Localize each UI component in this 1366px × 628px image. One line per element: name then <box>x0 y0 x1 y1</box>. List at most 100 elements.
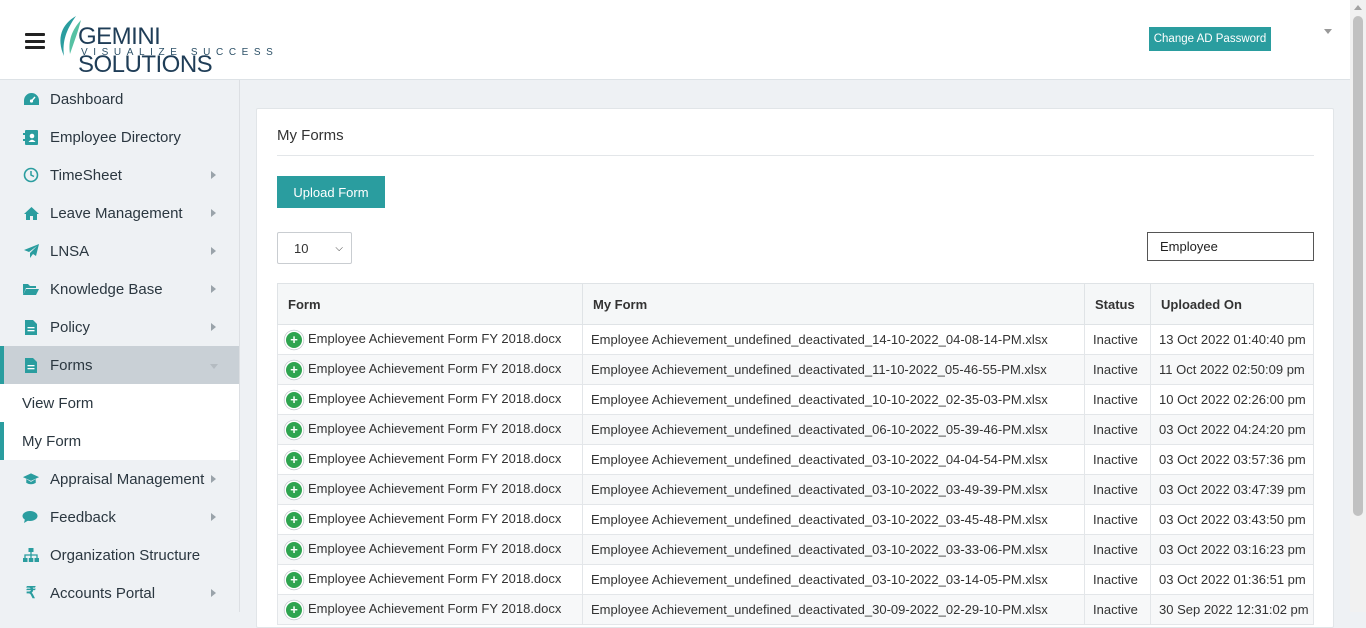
add-circle-icon[interactable]: + <box>286 511 302 528</box>
sidebar-subitem-view-form[interactable]: View Form <box>0 384 239 422</box>
column-header-form[interactable]: Form <box>277 283 583 325</box>
sidebar: Dashboard Employee Directory TimeSheet L… <box>0 80 240 612</box>
sidebar-item-organization-structure[interactable]: Organization Structure <box>0 536 239 574</box>
page-size-select[interactable]: 10 ⌵ <box>277 232 352 264</box>
add-circle-icon[interactable]: + <box>286 601 302 618</box>
user-menu-caret-icon[interactable] <box>1324 29 1332 34</box>
page-scrollbar[interactable] <box>1350 0 1366 612</box>
sidebar-item-timesheet[interactable]: TimeSheet <box>0 156 239 194</box>
cell-form: + Employee Achievement Form FY 2018.docx <box>277 474 583 505</box>
cell-form: + Employee Achievement Form FY 2018.docx <box>277 564 583 595</box>
cell-uploaded-on: 03 Oct 2022 03:43:50 pm <box>1150 504 1314 535</box>
cell-my-form[interactable]: Employee Achievement_undefined_deactivat… <box>582 474 1085 505</box>
scroll-thumb[interactable] <box>1353 16 1363 516</box>
cell-status: Inactive <box>1084 444 1151 475</box>
cell-form: + Employee Achievement Form FY 2018.docx <box>277 384 583 415</box>
sidebar-item-label: Knowledge Base <box>50 280 163 298</box>
column-header-my-form[interactable]: My Form <box>582 283 1085 325</box>
cell-uploaded-on: 03 Oct 2022 03:16:23 pm <box>1150 534 1314 565</box>
sidebar-item-forms[interactable]: Forms <box>0 346 239 384</box>
sidebar-item-knowledge-base[interactable]: Knowledge Base <box>0 270 239 308</box>
folder-icon <box>22 280 40 298</box>
sidebar-item-policy[interactable]: Policy <box>0 308 239 346</box>
sidebar-item-leave-management[interactable]: Leave Management <box>0 194 239 232</box>
cell-status: Inactive <box>1084 564 1151 595</box>
add-circle-icon[interactable]: + <box>286 481 302 498</box>
cell-my-form[interactable]: Employee Achievement_undefined_deactivat… <box>582 354 1085 385</box>
form-name: Employee Achievement Form FY 2018.docx <box>308 541 562 557</box>
table-row: + Employee Achievement Form FY 2018.docx E… <box>277 444 1314 475</box>
form-icon <box>22 356 40 374</box>
directory-icon <box>22 128 40 146</box>
table-row: + Employee Achievement Form FY 2018.docx E… <box>277 534 1314 565</box>
column-header-uploaded-on[interactable]: Uploaded On <box>1150 283 1314 325</box>
cell-my-form[interactable]: Employee Achievement_undefined_deactivat… <box>582 534 1085 565</box>
logo-tagline: VISUALIZE SUCCESS <box>81 47 279 58</box>
change-ad-password-button[interactable]: Change AD Password <box>1149 27 1271 51</box>
table-row: + Employee Achievement Form FY 2018.docx E… <box>277 354 1314 385</box>
chevron-down-icon: ⌵ <box>335 243 343 254</box>
form-name: Employee Achievement Form FY 2018.docx <box>308 571 562 587</box>
add-circle-icon[interactable]: + <box>286 361 302 378</box>
forms-table: Form My Form Status Uploaded On + Employe… <box>277 283 1314 625</box>
scroll-up-arrow-icon[interactable] <box>1354 5 1362 10</box>
add-circle-icon[interactable]: + <box>286 571 302 588</box>
column-header-status[interactable]: Status <box>1084 283 1151 325</box>
sidebar-item-label: LNSA <box>50 242 90 260</box>
cell-status: Inactive <box>1084 414 1151 445</box>
sidebar-item-label: Feedback <box>50 508 116 526</box>
form-name: Employee Achievement Form FY 2018.docx <box>308 361 562 377</box>
sidebar-item-label: Policy <box>50 318 91 336</box>
sidebar-item-employee-directory[interactable]: Employee Directory <box>0 118 239 156</box>
sidebar-item-feedback[interactable]: Feedback <box>0 498 239 536</box>
cell-status: Inactive <box>1084 354 1151 385</box>
sidebar-subitem-my-form[interactable]: My Form <box>0 422 239 460</box>
cell-my-form[interactable]: Employee Achievement_undefined_deactivat… <box>582 564 1085 595</box>
company-logo[interactable]: GEMINI SOLUTIONS VISUALIZE SUCCESS <box>54 14 294 78</box>
form-name: Employee Achievement Form FY 2018.docx <box>308 331 562 347</box>
dashboard-icon <box>22 90 40 108</box>
cell-form: + Employee Achievement Form FY 2018.docx <box>277 354 583 385</box>
cell-my-form[interactable]: Employee Achievement_undefined_deactivat… <box>582 504 1085 535</box>
chevron-right-icon <box>211 247 216 255</box>
chevron-right-icon <box>211 285 216 293</box>
upload-form-button[interactable]: Upload Form <box>277 176 385 208</box>
cell-my-form[interactable]: Employee Achievement_undefined_deactivat… <box>582 594 1085 625</box>
cell-my-form[interactable]: Employee Achievement_undefined_deactivat… <box>582 414 1085 445</box>
form-name: Employee Achievement Form FY 2018.docx <box>308 421 562 437</box>
sidebar-item-dashboard[interactable]: Dashboard <box>0 80 239 118</box>
cell-my-form[interactable]: Employee Achievement_undefined_deactivat… <box>582 444 1085 475</box>
chevron-right-icon <box>211 589 216 597</box>
home-icon <box>22 204 40 222</box>
table-row: + Employee Achievement Form FY 2018.docx E… <box>277 504 1314 535</box>
hamburger-menu-icon[interactable] <box>25 33 45 49</box>
page-title: My Forms <box>277 127 344 144</box>
add-circle-icon[interactable]: + <box>286 421 302 438</box>
cell-my-form[interactable]: Employee Achievement_undefined_deactivat… <box>582 384 1085 415</box>
chevron-right-icon <box>211 209 216 217</box>
cell-my-form[interactable]: Employee Achievement_undefined_deactivat… <box>582 324 1085 355</box>
cell-form: + Employee Achievement Form FY 2018.docx <box>277 444 583 475</box>
table-row: + Employee Achievement Form FY 2018.docx E… <box>277 414 1314 445</box>
cell-form: + Employee Achievement Form FY 2018.docx <box>277 534 583 565</box>
cell-form: + Employee Achievement Form FY 2018.docx <box>277 504 583 535</box>
cell-uploaded-on: 13 Oct 2022 01:40:40 pm <box>1150 324 1314 355</box>
add-circle-icon[interactable]: + <box>286 391 302 408</box>
sidebar-item-accounts-portal[interactable]: ₹ Accounts Portal <box>0 574 239 612</box>
table-row: + Employee Achievement Form FY 2018.docx E… <box>277 384 1314 415</box>
sidebar-item-label: Employee Directory <box>50 128 181 146</box>
sidebar-item-lnsa[interactable]: LNSA <box>0 232 239 270</box>
clock-icon <box>22 166 40 184</box>
cell-uploaded-on: 03 Oct 2022 03:57:36 pm <box>1150 444 1314 475</box>
cell-form: + Employee Achievement Form FY 2018.docx <box>277 594 583 625</box>
search-input[interactable] <box>1147 232 1314 261</box>
cell-form: + Employee Achievement Form FY 2018.docx <box>277 324 583 355</box>
cell-form: + Employee Achievement Form FY 2018.docx <box>277 414 583 445</box>
add-circle-icon[interactable]: + <box>286 451 302 468</box>
sidebar-item-appraisal-management[interactable]: Appraisal Management <box>0 460 239 498</box>
add-circle-icon[interactable]: + <box>286 541 302 558</box>
cell-status: Inactive <box>1084 594 1151 625</box>
cell-uploaded-on: 03 Oct 2022 03:47:39 pm <box>1150 474 1314 505</box>
add-circle-icon[interactable]: + <box>286 331 302 348</box>
cell-status: Inactive <box>1084 504 1151 535</box>
